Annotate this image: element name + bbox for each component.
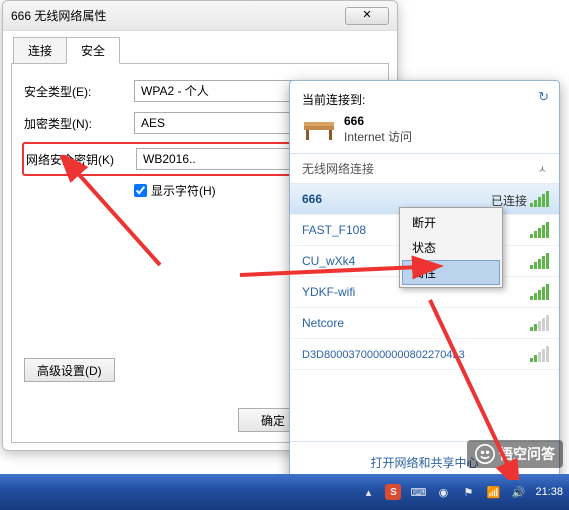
network-name: CU_wXk4	[302, 254, 355, 268]
network-name: 666	[302, 192, 322, 206]
wireless-section-label: 无线网络连接	[302, 160, 374, 177]
current-connection-heading: 当前连接到:	[302, 91, 547, 108]
menu-status[interactable]: 状态	[402, 235, 500, 260]
tab-security[interactable]: 安全	[66, 37, 120, 64]
watermark-text: 悟空问答	[499, 444, 555, 464]
network-name: FAST_F108	[302, 223, 366, 237]
signal-icon	[530, 222, 549, 238]
tab-connect[interactable]: 连接	[13, 37, 67, 64]
collapse-icon[interactable]: ㅅ	[538, 161, 547, 176]
show-characters-label: 显示字符(H)	[151, 182, 216, 199]
network-context-menu: 断开 状态 属性	[399, 207, 503, 288]
network-icon	[302, 118, 336, 142]
flyout-header: 当前连接到: ↻ 666 Internet 访问	[290, 81, 559, 154]
network-item[interactable]: D3D800037000000008022704L3	[290, 339, 559, 370]
current-network-sub: Internet 访问	[344, 128, 412, 145]
menu-disconnect[interactable]: 断开	[402, 210, 500, 235]
titlebar[interactable]: 666 无线网络属性 ✕	[3, 1, 397, 31]
wireless-section-header: 无线网络连接 ㅅ	[290, 154, 559, 184]
dialog-title: 666 无线网络属性	[11, 7, 345, 24]
network-item[interactable]: Netcore	[290, 308, 559, 339]
current-network-name: 666	[344, 114, 412, 128]
signal-icon	[530, 191, 549, 207]
tray-volume-icon[interactable]: 🔊	[510, 484, 526, 500]
tray-flag-icon[interactable]: ⚑	[460, 484, 476, 500]
network-name: D3D800037000000008022704L3	[302, 349, 465, 361]
signal-icon	[530, 253, 549, 269]
signal-icon	[530, 346, 549, 362]
network-name: YDKF-wifi	[302, 285, 355, 299]
security-type-label: 安全类型(E):	[24, 83, 134, 100]
refresh-icon[interactable]: ↻	[538, 89, 549, 105]
signal-icon	[530, 284, 549, 300]
tab-strip: 连接 安全	[13, 37, 397, 64]
taskbar-clock[interactable]: 21:38	[535, 486, 563, 498]
tray-sogou-icon[interactable]: S	[385, 484, 401, 500]
advanced-settings-button[interactable]: 高级设置(D)	[24, 358, 115, 382]
network-key-label: 网络安全密钥(K)	[26, 151, 136, 168]
encryption-type-label: 加密类型(N):	[24, 115, 134, 132]
taskbar: ▴ S ⌨ ◉ ⚑ 📶 🔊 21:38	[0, 474, 569, 510]
show-characters-checkbox[interactable]	[134, 184, 147, 197]
signal-icon	[530, 315, 549, 331]
tray-network-icon[interactable]: 📶	[485, 484, 501, 500]
network-name: Netcore	[302, 316, 344, 330]
watermark: 悟空问答	[467, 440, 563, 468]
menu-properties[interactable]: 属性	[402, 260, 500, 285]
tray-ime-icon[interactable]: ⌨	[410, 484, 426, 500]
tray-shield-icon[interactable]: ◉	[435, 484, 451, 500]
tray-up-icon[interactable]: ▴	[360, 484, 376, 500]
close-button[interactable]: ✕	[345, 7, 389, 25]
